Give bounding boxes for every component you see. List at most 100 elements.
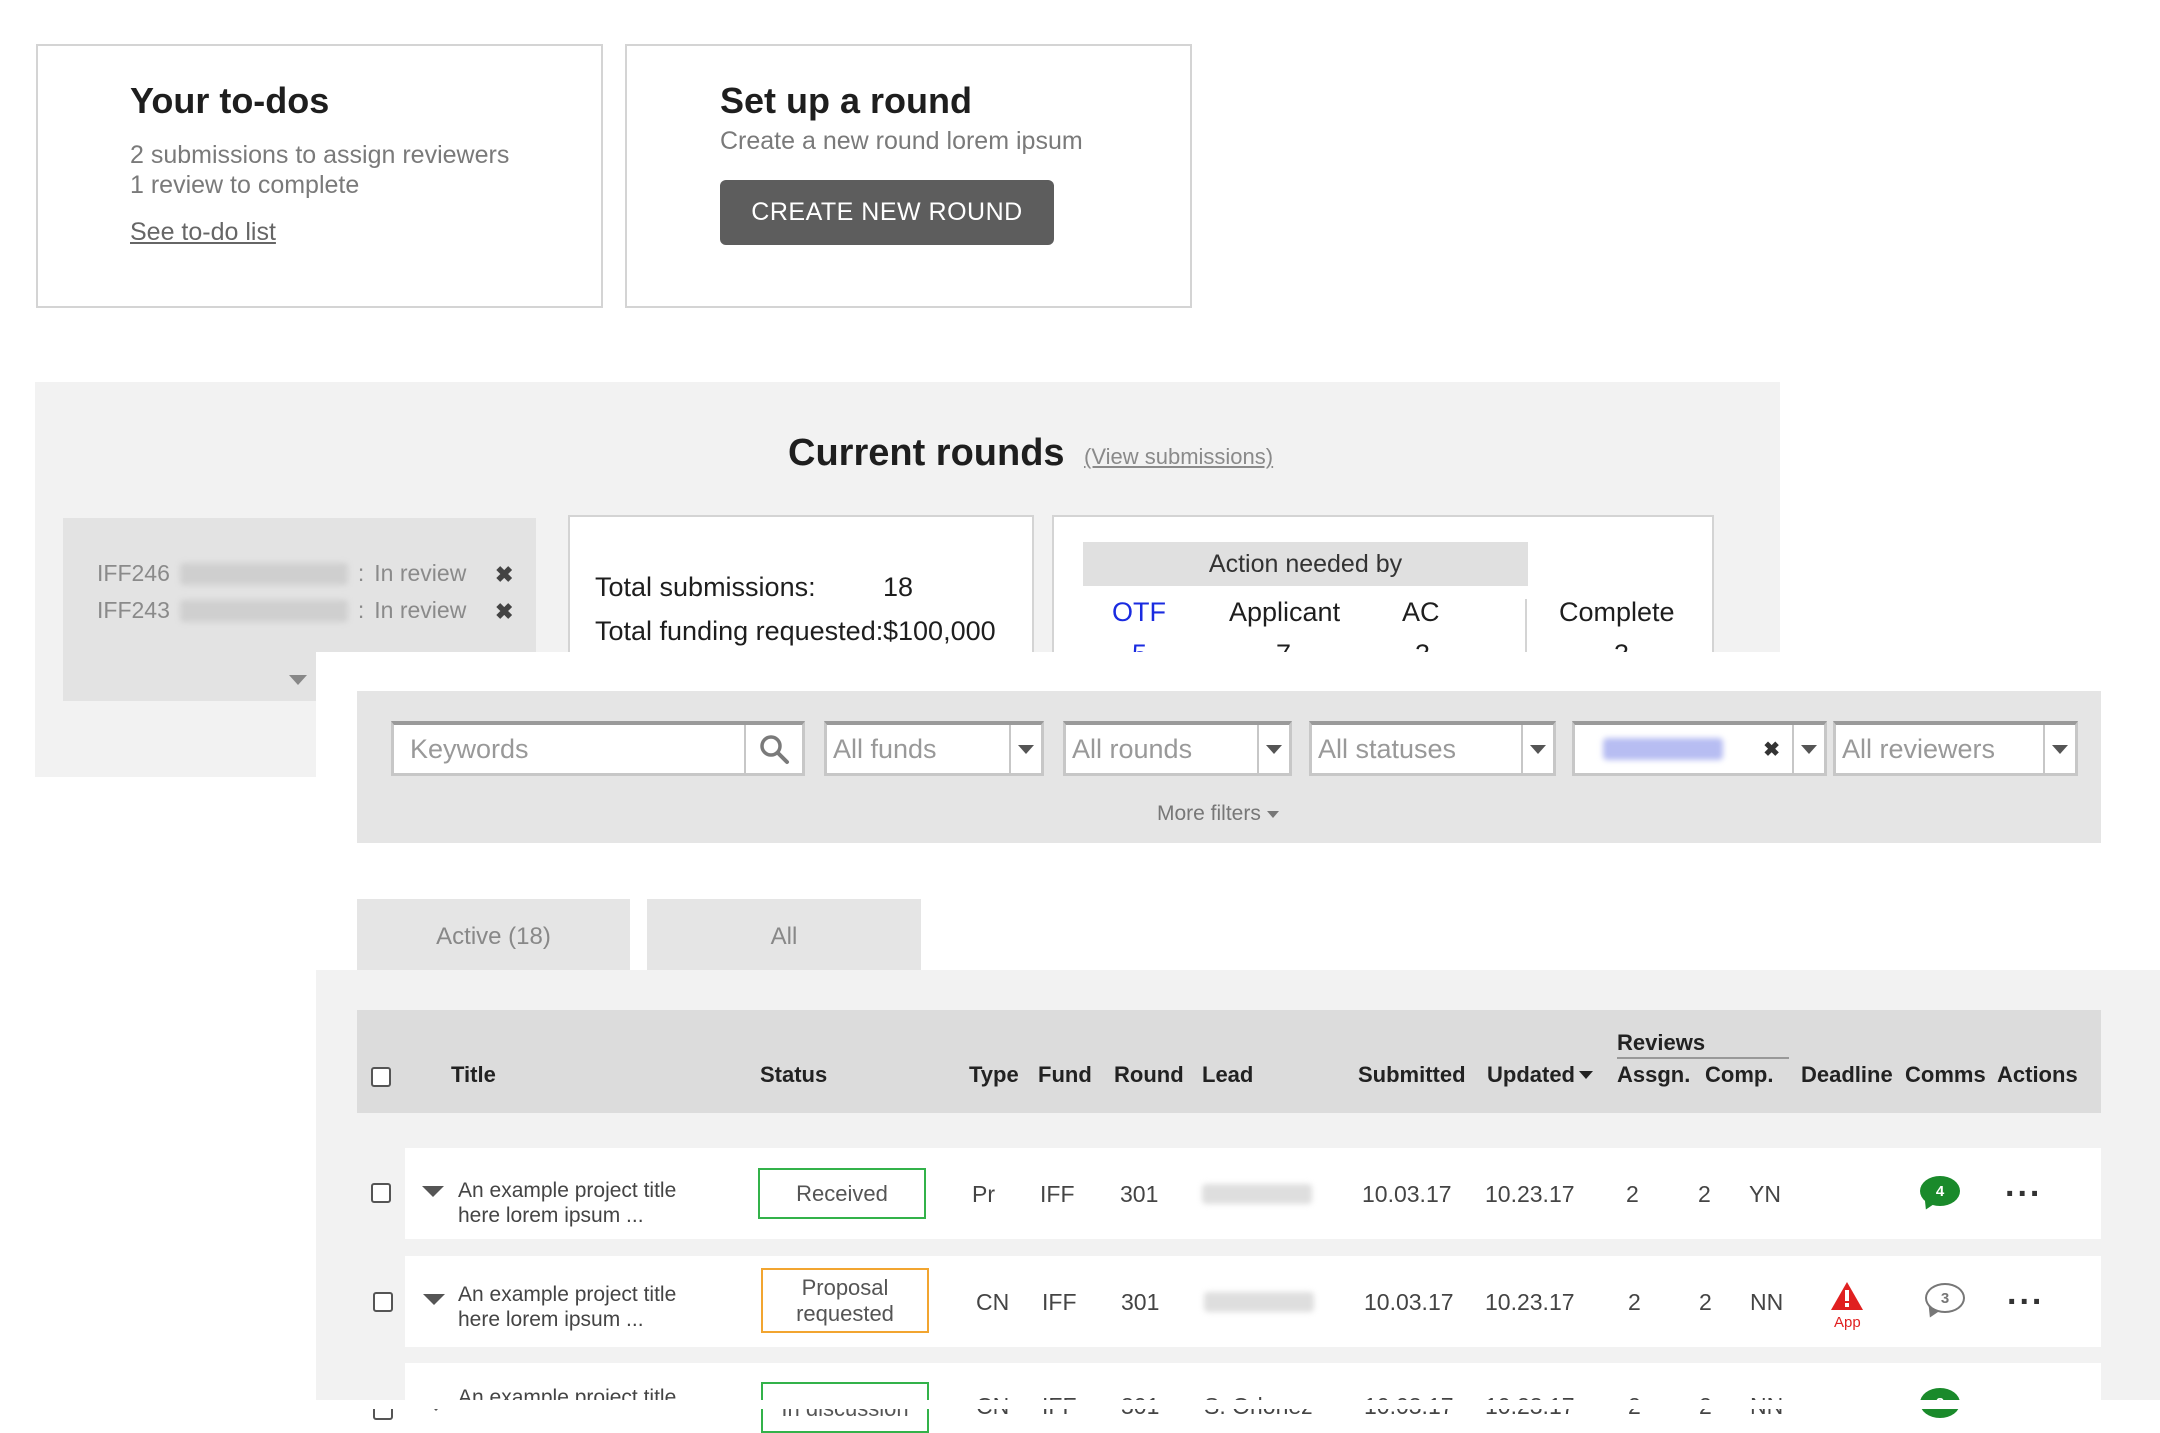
col-comms[interactable]: Comms bbox=[1905, 1062, 1986, 1088]
mini-list-item[interactable]: IFF246 : In review bbox=[97, 560, 466, 587]
lead-select[interactable]: ✖ bbox=[1572, 721, 1827, 776]
total-funding-value: $100,000 bbox=[883, 616, 996, 646]
col-submitted[interactable]: Submitted bbox=[1358, 1062, 1466, 1088]
row-assigned: 2 bbox=[1626, 1181, 1639, 1207]
table-row[interactable]: An example project title here lorem ipsu… bbox=[405, 1256, 2101, 1347]
row-round: 301 bbox=[1120, 1181, 1159, 1207]
col-status[interactable]: Status bbox=[760, 1062, 827, 1088]
col-deadline[interactable]: Deadline bbox=[1801, 1062, 1893, 1088]
row-checkbox[interactable] bbox=[371, 1183, 391, 1203]
blurred-lead-name bbox=[1603, 738, 1723, 760]
action-col-otf[interactable]: OTF bbox=[1112, 597, 1166, 628]
create-new-round-button[interactable]: CREATE NEW ROUND bbox=[720, 180, 1054, 245]
row-title-line2: here lorem ipsum ... bbox=[458, 1204, 644, 1227]
row-round: 301 bbox=[1121, 1289, 1160, 1315]
row-title[interactable]: An example project title here lorem ipsu… bbox=[458, 1178, 698, 1228]
close-icon[interactable]: ✖ bbox=[495, 599, 513, 625]
mini-item-sep: : bbox=[357, 560, 365, 586]
blurred-lead bbox=[1204, 1292, 1314, 1312]
expand-chevron-icon[interactable] bbox=[422, 1186, 444, 1197]
action-col-applicant: Applicant bbox=[1229, 597, 1341, 627]
col-actions: Actions bbox=[1997, 1062, 2078, 1087]
row-fund: IFF bbox=[1042, 1289, 1077, 1315]
row-flags: NN bbox=[1750, 1289, 1784, 1315]
chevron-down-icon bbox=[1266, 810, 1279, 818]
deadline-alert-icon[interactable]: App bbox=[1830, 1281, 1866, 1339]
more-filters-label: More filters bbox=[1157, 802, 1261, 825]
col-complete[interactable]: Comp. bbox=[1705, 1062, 1773, 1088]
more-actions-icon[interactable]: ... bbox=[2005, 1166, 2042, 1205]
status-badge: Received bbox=[758, 1168, 926, 1219]
table-row[interactable]: An example project title here lorem ipsu… bbox=[405, 1148, 2101, 1239]
mini-list-item[interactable]: IFF243 : In review bbox=[97, 597, 466, 624]
row-updated: 10.23.17 bbox=[1485, 1181, 1575, 1207]
tab-active[interactable]: Active (18) bbox=[357, 899, 630, 975]
funds-value: All funds bbox=[833, 733, 937, 764]
more-actions-icon[interactable]: ... bbox=[2007, 1274, 2044, 1313]
deadline-label: App bbox=[1834, 1314, 1861, 1331]
row-complete: 2 bbox=[1698, 1181, 1711, 1207]
more-filters-toggle[interactable]: More filters bbox=[1157, 802, 1279, 826]
mini-item-id: IFF243 bbox=[97, 597, 170, 623]
rounds-select[interactable]: All rounds bbox=[1063, 721, 1292, 776]
warning-triangle-icon bbox=[1831, 1282, 1863, 1310]
todos-card: Your to-dos 2 submissions to assign revi… bbox=[36, 44, 603, 308]
round-stats-card: Total submissions: 18 Total funding requ… bbox=[568, 515, 1034, 655]
funds-select[interactable]: All funds bbox=[824, 721, 1044, 776]
select-all-checkbox[interactable] bbox=[371, 1067, 391, 1087]
row-flags: YN bbox=[1749, 1181, 1781, 1207]
col-type[interactable]: Type bbox=[969, 1062, 1019, 1088]
row-title-line1: An example project title bbox=[458, 1179, 677, 1202]
setup-round-card: Set up a round Create a new round lorem … bbox=[625, 44, 1192, 308]
row-title-line2: here lorem ipsum ... bbox=[458, 1308, 644, 1331]
col-assigned[interactable]: Assgn. bbox=[1617, 1062, 1690, 1088]
row-updated: 10.23.17 bbox=[1485, 1289, 1575, 1315]
current-rounds-title: Current rounds bbox=[788, 432, 1065, 474]
chevron-down-icon[interactable] bbox=[289, 675, 307, 685]
statuses-value: All statuses bbox=[1318, 733, 1457, 764]
rounds-value: All rounds bbox=[1072, 733, 1193, 764]
col-reviews: Reviews bbox=[1617, 1030, 1706, 1055]
col-fund[interactable]: Fund bbox=[1038, 1062, 1092, 1088]
col-updated[interactable]: Updated bbox=[1487, 1062, 1593, 1088]
col-title[interactable]: Title bbox=[451, 1062, 496, 1088]
col-round[interactable]: Round bbox=[1114, 1062, 1184, 1088]
search-icon[interactable] bbox=[744, 725, 802, 773]
expand-chevron-icon[interactable] bbox=[423, 1294, 445, 1305]
row-assigned: 2 bbox=[1628, 1289, 1641, 1315]
chevron-down-icon bbox=[1521, 725, 1553, 773]
blurred-name bbox=[179, 562, 348, 585]
chevron-down-icon bbox=[2043, 725, 2075, 773]
action-needed-card: Action needed by OTF Applicant AC Comple… bbox=[1052, 515, 1714, 669]
keywords-placeholder: Keywords bbox=[410, 733, 529, 764]
row-checkbox[interactable] bbox=[373, 1292, 393, 1312]
col-lead[interactable]: Lead bbox=[1202, 1062, 1253, 1088]
reviews-underline bbox=[1617, 1057, 1789, 1059]
status-badge: Proposal requested bbox=[761, 1268, 929, 1333]
row-submitted: 10.03.17 bbox=[1364, 1289, 1454, 1315]
clear-icon[interactable]: ✖ bbox=[1763, 737, 1780, 762]
mini-item-sep: : bbox=[357, 597, 365, 623]
row-title[interactable]: An example project title here lorem ipsu… bbox=[458, 1282, 698, 1332]
table-header: Title Status Type Fund Round Lead Submit… bbox=[357, 1010, 2101, 1113]
total-submissions-value: 18 bbox=[883, 572, 914, 602]
blurred-lead bbox=[1202, 1184, 1312, 1204]
keywords-field[interactable]: Keywords bbox=[391, 721, 805, 776]
setup-round-subtitle: Create a new round lorem ipsum bbox=[720, 127, 1083, 155]
mini-item-status: In review bbox=[374, 597, 467, 623]
statuses-select[interactable]: All statuses bbox=[1309, 721, 1556, 776]
view-submissions-link[interactable]: (View submissions) bbox=[1084, 444, 1273, 470]
mini-item-status: In review bbox=[374, 560, 467, 586]
reviewers-select[interactable]: All reviewers bbox=[1833, 721, 2078, 776]
status-line1: Proposal bbox=[801, 1274, 889, 1300]
close-icon[interactable]: ✖ bbox=[495, 562, 513, 588]
tab-all[interactable]: All bbox=[647, 899, 921, 975]
action-col-complete: Complete bbox=[1559, 597, 1675, 627]
page-bottom-mask bbox=[0, 1400, 2160, 1409]
todos-title: Your to-dos bbox=[130, 80, 330, 121]
row-fund: IFF bbox=[1040, 1181, 1075, 1207]
chevron-down-icon bbox=[1009, 725, 1041, 773]
setup-round-title: Set up a round bbox=[720, 80, 972, 121]
reviewers-value: All reviewers bbox=[1842, 733, 1996, 764]
todo-list-link[interactable]: See to-do list bbox=[130, 218, 276, 247]
